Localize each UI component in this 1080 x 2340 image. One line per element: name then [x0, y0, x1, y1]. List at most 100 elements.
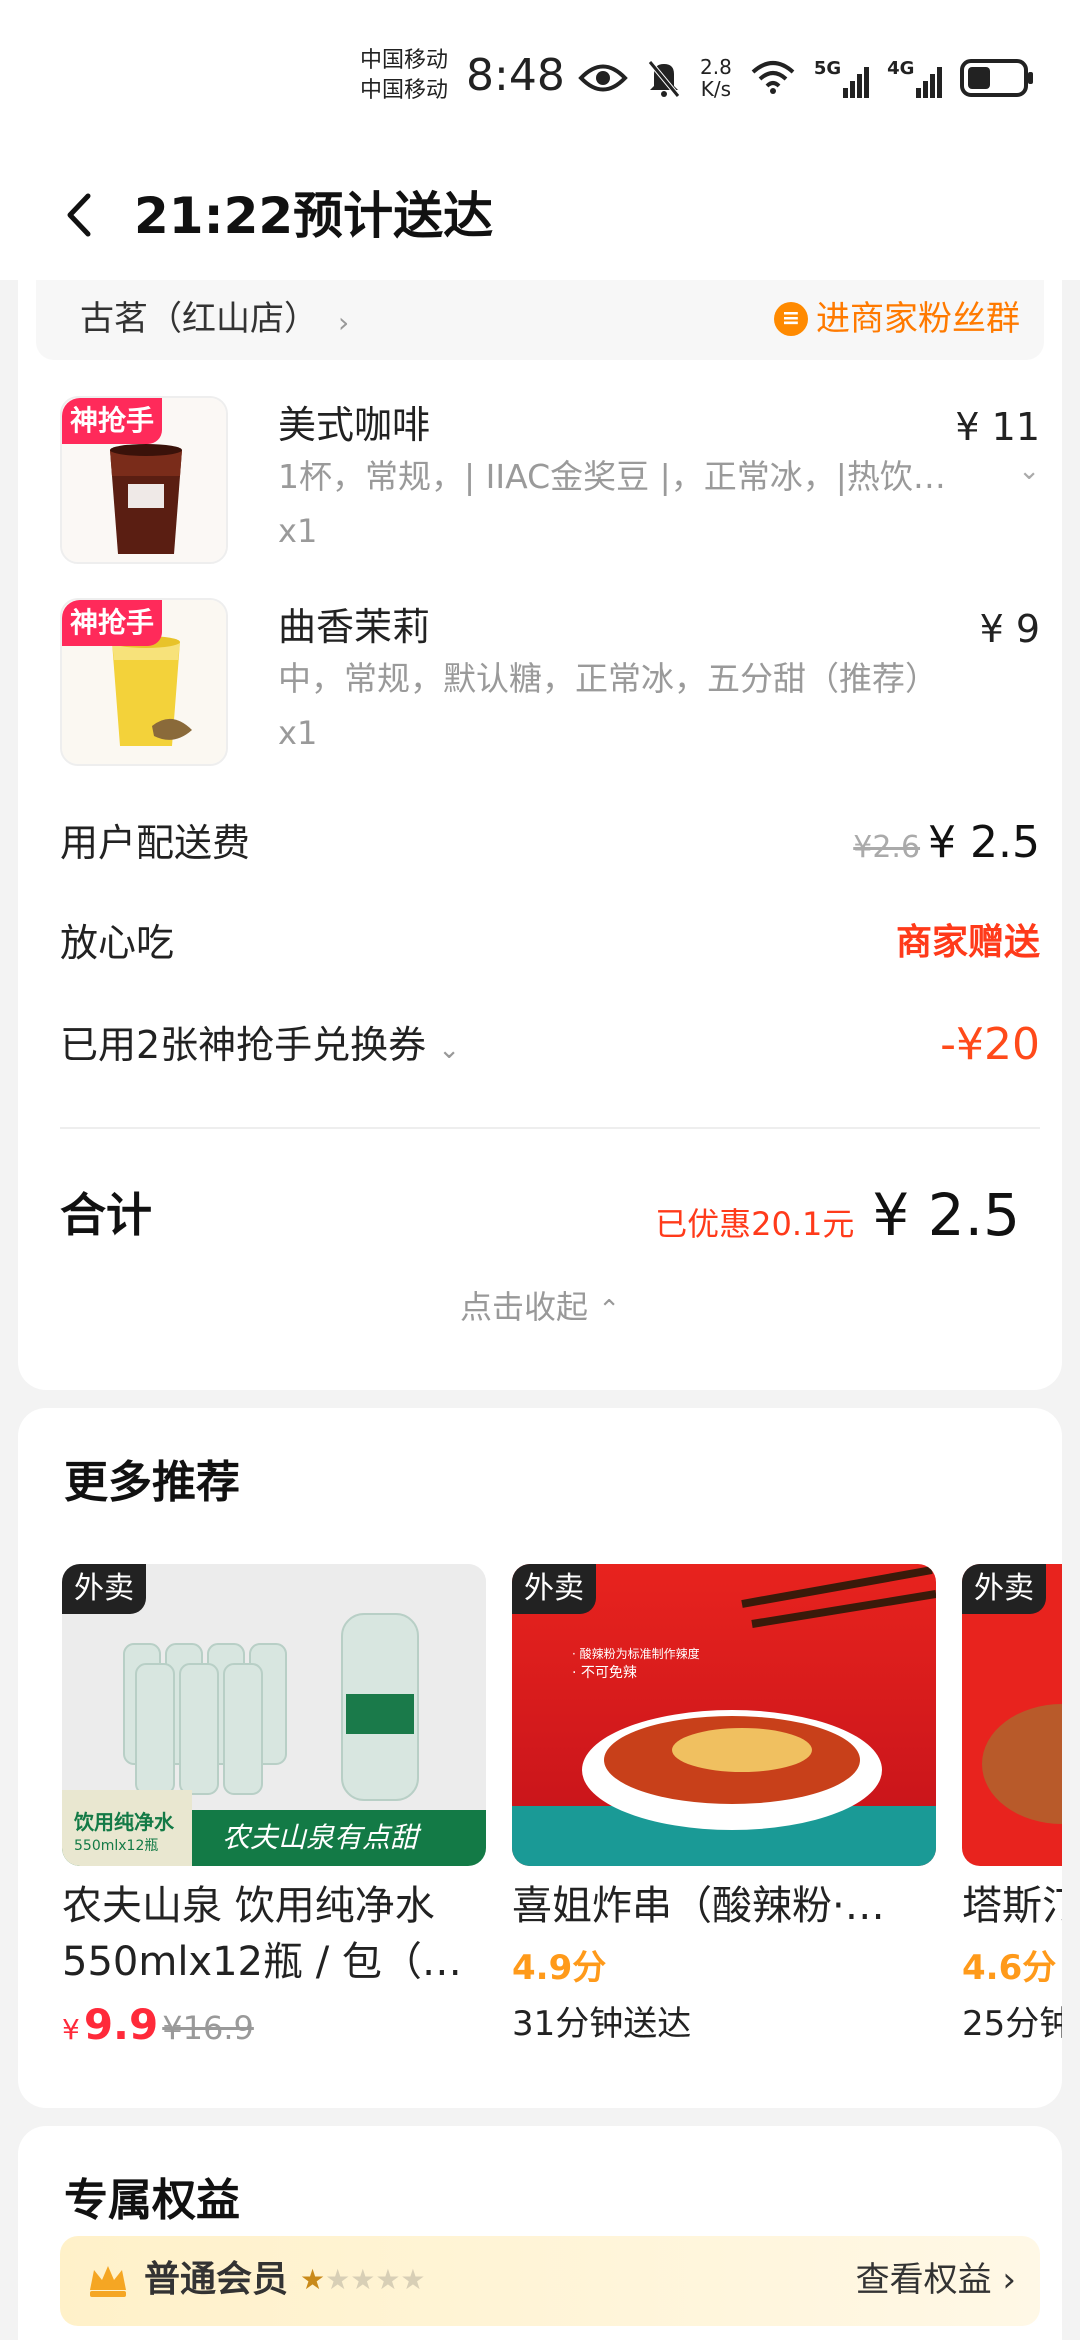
shop-name[interactable]: 古茗（红山店）: [80, 294, 318, 344]
item-thumbnail: 神抢手: [60, 396, 228, 564]
delivery-fee-values: ¥2.6 ¥ 2.5: [853, 808, 1040, 883]
recommend-rating: 4.6分: [962, 1948, 1057, 1988]
chevron-down-icon[interactable]: ⌄: [1018, 456, 1040, 486]
recommend-eta: 31分钟送达: [512, 2004, 692, 2044]
recommend-price: ¥ 9.9 ¥16.9: [62, 2000, 486, 2049]
item-badge: 神抢手: [62, 600, 163, 646]
mute-bell-icon: [648, 60, 680, 98]
recommend-eta: 25分钟: [962, 2004, 1062, 2044]
status-bar: 中国移动 中国移动 8:48 2.8 K/s 5G 4G: [0, 0, 1080, 150]
carrier-1: 中国移动: [360, 48, 449, 73]
battery-icon: [960, 59, 1034, 97]
item-quantity: x1: [278, 512, 318, 550]
delivery-fee-original: ¥2.6: [853, 830, 921, 865]
recommend-item[interactable]: 外卖 · 酸辣粉为标准制作辣度 · 不可免辣 喜姐炸串（酸辣粉·… 4.9分 3…: [512, 1564, 936, 2052]
signal-4g-icon: 4G: [887, 58, 943, 98]
nav-bar: 21:22预计送达: [0, 150, 1080, 280]
image-caption-1: · 酸辣粉为标准制作辣度: [572, 1647, 700, 1661]
page-title: 21:22预计送达: [134, 187, 494, 245]
recommend-item[interactable]: 外卖 饮用纯净水 550mlx12瓶 农夫山泉有点甜 农夫山泉 饮用纯净水 55…: [62, 1564, 486, 2049]
total-saved: 已优惠20.1元: [655, 1205, 855, 1243]
order-item: 神抢手 美式咖啡 ¥ 11 1杯，常规，| IIAC金奖豆 |，正常冰，|热饮……: [60, 396, 1040, 566]
section-title: 专属权益: [64, 2175, 240, 2226]
total-values: 已优惠20.1元 ¥ 2.5: [655, 1180, 1020, 1259]
recommend-image[interactable]: 外卖 饮用纯净水 550mlx12瓶 农夫山泉有点甜: [62, 1564, 486, 1866]
item-badge: 神抢手: [62, 398, 163, 444]
fans-group-label: 进商家粉丝群: [816, 299, 1020, 339]
recommendations-card: 更多推荐 外卖 饮用纯净水 550mlx12瓶 农夫山泉有点甜 农夫山泉 饮用纯…: [18, 1408, 1062, 2108]
item-quantity: x1: [278, 714, 318, 752]
fans-group-icon: ≡: [774, 302, 808, 336]
item-spec: 中，常规，默认糖，正常冰，五分甜（推荐）: [278, 659, 938, 698]
item-price: ¥ 9: [979, 607, 1040, 651]
view-benefits-label: 查看权益: [855, 2260, 992, 2300]
wifi-icon: [751, 61, 795, 94]
order-card: 古茗（红山店） › ≡ 进商家粉丝群 神抢手 美式咖啡 ¥ 11 1杯，常规，|…: [18, 280, 1062, 1390]
star-icon: ★: [300, 2263, 326, 2296]
collapse-button[interactable]: 点击收起 ⌃: [18, 1282, 1062, 1335]
item-price: ¥ 11: [955, 405, 1040, 449]
coupon-label-text: 已用2张神抢手兑换券: [60, 1023, 427, 1067]
back-arrow-icon[interactable]: [56, 190, 106, 240]
carrier-labels: 中国移动 中国移动: [360, 46, 448, 106]
chevron-right-icon: ›: [1002, 2260, 1016, 2300]
net-speed-value: 2.8: [700, 55, 732, 79]
shop-row[interactable]: 古茗（红山店） › ≡ 进商家粉丝群: [36, 280, 1044, 360]
recommend-name[interactable]: 喜姐炸串（酸辣粉·…: [512, 1878, 936, 1934]
signal-4g-label: 4G: [887, 58, 915, 79]
delivery-fee-current: ¥ 2.5: [928, 817, 1040, 868]
coupon-values: -¥20: [940, 1010, 1040, 1080]
status-time: 8:48: [466, 50, 565, 101]
eye-icon: [578, 64, 628, 92]
view-benefits-link[interactable]: 查看权益 ›: [856, 2250, 1016, 2310]
coupon-label[interactable]: 已用2张神抢手兑换券 ⌄: [60, 1010, 460, 1085]
net-speed: 2.8 K/s: [700, 56, 732, 100]
divider: [60, 1127, 1040, 1129]
member-bar[interactable]: 普通会员 ★★★★★ 查看权益 ›: [60, 2236, 1040, 2326]
image-caption-2: · 不可免辣: [572, 1665, 637, 1681]
item-name: 曲香茉莉: [278, 605, 431, 649]
status-icons: 2.8 K/s 5G 4G: [578, 50, 1036, 106]
delivery-fee-row: 用户配送费 ¥2.6 ¥ 2.5: [60, 808, 1040, 878]
recommend-image[interactable]: 外卖: [962, 1564, 1062, 1866]
item-thumbnail: 神抢手: [60, 598, 228, 766]
total-label: 合计: [60, 1188, 152, 1242]
delivery-fee-label: 用户配送费: [60, 821, 251, 865]
item-spec: 1杯，常规，| IIAC金奖豆 |，正常冰，|热饮…: [278, 457, 946, 496]
recommend-name-line2[interactable]: 550mlx12瓶 / 包（…: [62, 1934, 486, 1990]
image-slogan: 农夫山泉有点甜: [222, 1821, 419, 1854]
recommend-name[interactable]: 塔斯汀: [962, 1878, 1062, 1934]
fans-group-button[interactable]: ≡ 进商家粉丝群: [774, 294, 1020, 344]
insurance-values: 商家赠送: [896, 908, 1040, 978]
carrier-2: 中国移动: [360, 78, 449, 103]
chevron-up-icon: ⌃: [598, 1295, 620, 1325]
item-name: 美式咖啡: [278, 403, 431, 447]
benefits-card: 专属权益 普通会员 ★★★★★ 查看权益 ›: [18, 2126, 1062, 2340]
signal-5g-label: 5G: [813, 58, 842, 79]
image-caption-1: 饮用纯净水: [74, 1810, 174, 1834]
insurance-row: 放心吃 商家赠送: [60, 908, 1040, 978]
total-price: ¥ 2.5: [872, 1181, 1020, 1249]
member-level-label: 普通会员: [144, 2259, 289, 2300]
signal-5g-icon: 5G: [813, 58, 870, 98]
chevron-right-icon: ›: [338, 306, 350, 339]
recommend-item[interactable]: 外卖 塔斯汀 4.6分 25分钟: [962, 1564, 1062, 2052]
recommend-rating: 4.9分: [512, 1948, 607, 1988]
price-original: ¥16.9: [162, 2009, 254, 2047]
takeout-badge: 外卖: [512, 1564, 596, 1614]
insurance-value: 商家赠送: [895, 922, 1040, 963]
coupon-row[interactable]: 已用2张神抢手兑换券 ⌄ -¥20: [60, 1010, 1040, 1080]
net-speed-unit: K/s: [700, 77, 732, 101]
crown-icon: [90, 2266, 126, 2297]
chevron-down-icon: ⌄: [438, 1035, 461, 1065]
star-rating: ★★★★★: [300, 2250, 426, 2310]
collapse-label: 点击收起: [460, 1288, 589, 1326]
coupon-discount: -¥20: [940, 1019, 1040, 1070]
recommend-name[interactable]: 农夫山泉 饮用纯净水: [62, 1878, 486, 1934]
price-symbol: ¥: [62, 2013, 80, 2046]
takeout-badge: 外卖: [62, 1564, 146, 1614]
recommend-image[interactable]: 外卖 · 酸辣粉为标准制作辣度 · 不可免辣: [512, 1564, 936, 1866]
order-item: 神抢手 曲香茉莉 ¥ 9 中，常规，默认糖，正常冰，五分甜（推荐） x1: [60, 598, 1040, 768]
section-title: 更多推荐: [64, 1457, 240, 1508]
takeout-badge: 外卖: [962, 1564, 1046, 1614]
